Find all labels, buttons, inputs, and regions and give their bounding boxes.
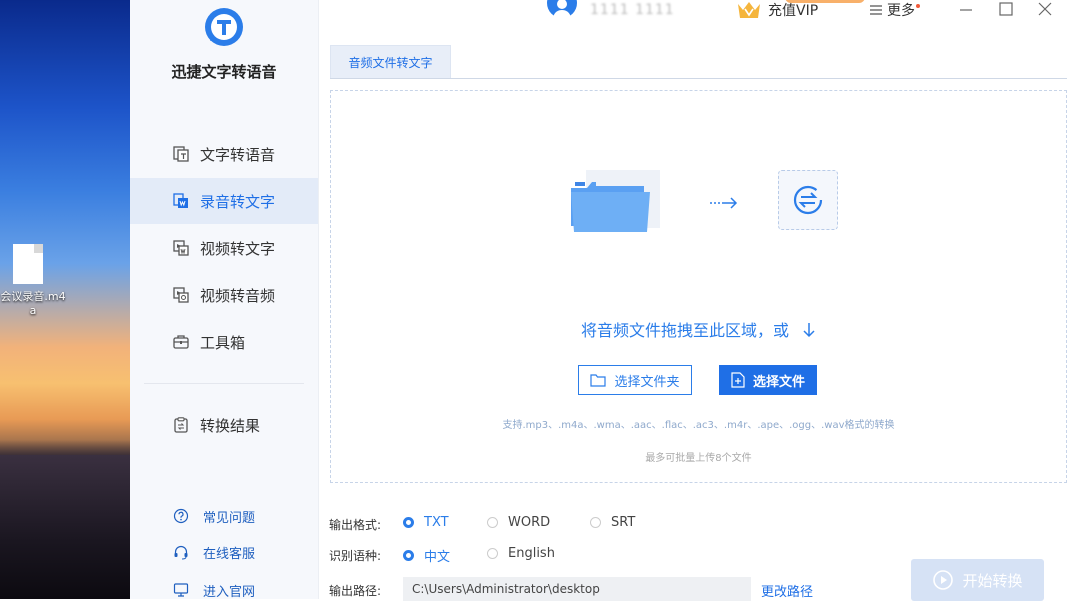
nav-item-label: 视频转音频 <box>200 285 275 306</box>
desktop-file-icon[interactable] <box>13 244 43 284</box>
help-label: 在线客服 <box>203 543 255 562</box>
desktop-file-label[interactable]: 会议录音.m4a <box>0 290 68 318</box>
maximize-icon <box>999 2 1013 16</box>
nav-item-text-to-speech[interactable]: 文字转语音 <box>130 131 318 177</box>
add-file-icon <box>731 372 745 388</box>
tab-underline <box>330 78 1067 79</box>
radio-lang-english[interactable]: English <box>487 546 555 561</box>
toolbox-icon <box>172 333 190 351</box>
crown-icon <box>736 1 762 19</box>
sidebar: 迅捷文字转语音 文字转语音 录音转文字 视频转文字 视频转音频 工具箱 <box>130 0 319 599</box>
radio-format-txt[interactable]: TXT <box>403 515 449 530</box>
drop-instruction-text: 将音频文件拖拽至此区域，或 <box>581 321 789 340</box>
help-label: 进入官网 <box>203 581 255 600</box>
radio-circle <box>403 517 414 528</box>
radio-label: WORD <box>508 515 550 530</box>
vip-button[interactable]: 充值VIP <box>736 0 818 20</box>
username[interactable]: 1111 1111 <box>590 2 675 18</box>
radio-format-word[interactable]: WORD <box>487 515 550 530</box>
user-avatar[interactable] <box>547 0 577 18</box>
select-file-label: 选择文件 <box>753 371 805 390</box>
flow-arrow-icon <box>709 196 739 210</box>
nav-item-results[interactable]: 转换结果 <box>130 402 318 448</box>
nav-item-video-to-audio[interactable]: 视频转音频 <box>130 272 318 318</box>
nav-item-video-to-text[interactable]: 视频转文字 <box>130 225 318 271</box>
radio-label: SRT <box>611 515 635 530</box>
output-format-label: 输出格式: <box>329 516 381 533</box>
app-logo-icon <box>202 5 246 49</box>
radio-label: TXT <box>424 515 449 530</box>
help-icon <box>172 507 190 525</box>
tab-audio-to-text[interactable]: 音频文件转文字 <box>330 45 451 78</box>
notification-dot <box>916 4 920 8</box>
video-to-audio-icon <box>172 286 190 304</box>
output-path-input[interactable] <box>403 577 751 601</box>
max-files-note: 最多可批量上传8个文件 <box>330 449 1067 464</box>
radio-circle <box>487 517 498 528</box>
video-to-text-icon <box>172 239 190 257</box>
arrow-down-icon <box>802 322 816 342</box>
folder-outline-icon <box>590 373 606 387</box>
drop-instruction: 将音频文件拖拽至此区域，或 <box>330 317 1067 342</box>
audio-to-text-icon <box>172 192 190 210</box>
maximize-button[interactable] <box>995 0 1017 20</box>
nav-item-label: 视频转文字 <box>200 238 275 259</box>
change-path-link[interactable]: 更改路径 <box>761 581 813 600</box>
supported-formats: 支持.mp3、.m4a、.wma、.aac、.flac、.ac3、.m4r、.a… <box>330 416 1067 431</box>
sidebar-divider <box>144 383 304 384</box>
convert-icon <box>778 170 838 230</box>
text-to-speech-icon <box>172 145 190 163</box>
select-file-button[interactable]: 选择文件 <box>719 365 817 395</box>
radio-format-srt[interactable]: SRT <box>590 515 635 530</box>
desktop-lake <box>0 455 130 599</box>
menu-icon <box>869 4 883 16</box>
website-icon <box>172 581 190 599</box>
radio-lang-chinese[interactable]: 中文 <box>403 546 450 565</box>
output-path-label: 输出路径: <box>329 582 381 599</box>
minimize-icon <box>959 2 973 16</box>
help-online-service[interactable]: 在线客服 <box>172 541 255 563</box>
top-bar: 1111 1111 充值VIP 更多 <box>318 0 1079 36</box>
nav-item-label: 文字转语音 <box>200 144 275 165</box>
nav-item-toolbox[interactable]: 工具箱 <box>130 319 318 365</box>
more-menu-button[interactable]: 更多 <box>869 0 920 20</box>
radio-circle <box>403 550 414 561</box>
radio-label: 中文 <box>424 546 450 565</box>
select-folder-label: 选择文件夹 <box>614 371 679 390</box>
help-label: 常见问题 <box>203 507 255 526</box>
start-convert-label: 开始转换 <box>962 570 1022 591</box>
nav-item-audio-to-text[interactable]: 录音转文字 <box>130 178 318 224</box>
radio-circle <box>487 548 498 559</box>
close-icon <box>1038 2 1052 16</box>
nav-item-label: 工具箱 <box>200 332 245 353</box>
select-folder-button[interactable]: 选择文件夹 <box>578 365 692 395</box>
radio-label: English <box>508 546 555 561</box>
more-label: 更多 <box>887 0 915 20</box>
play-circle-icon <box>932 569 954 591</box>
nav-item-label: 录音转文字 <box>200 191 275 212</box>
help-website[interactable]: 进入官网 <box>172 579 255 601</box>
start-convert-button[interactable]: 开始转换 <box>911 559 1044 601</box>
results-icon <box>172 416 190 434</box>
headset-icon <box>172 543 190 561</box>
folder-icon <box>568 168 662 238</box>
close-button[interactable] <box>1034 0 1056 20</box>
app-name: 迅捷文字转语音 <box>130 61 318 82</box>
vip-label: 充值VIP <box>768 0 818 20</box>
minimize-button[interactable] <box>955 0 977 20</box>
recognition-language-label: 识别语种: <box>329 547 381 564</box>
help-faq[interactable]: 常见问题 <box>172 505 255 527</box>
desktop-background: 会议录音.m4a <box>0 0 130 599</box>
radio-circle <box>590 517 601 528</box>
nav-item-label: 转换结果 <box>200 415 260 436</box>
